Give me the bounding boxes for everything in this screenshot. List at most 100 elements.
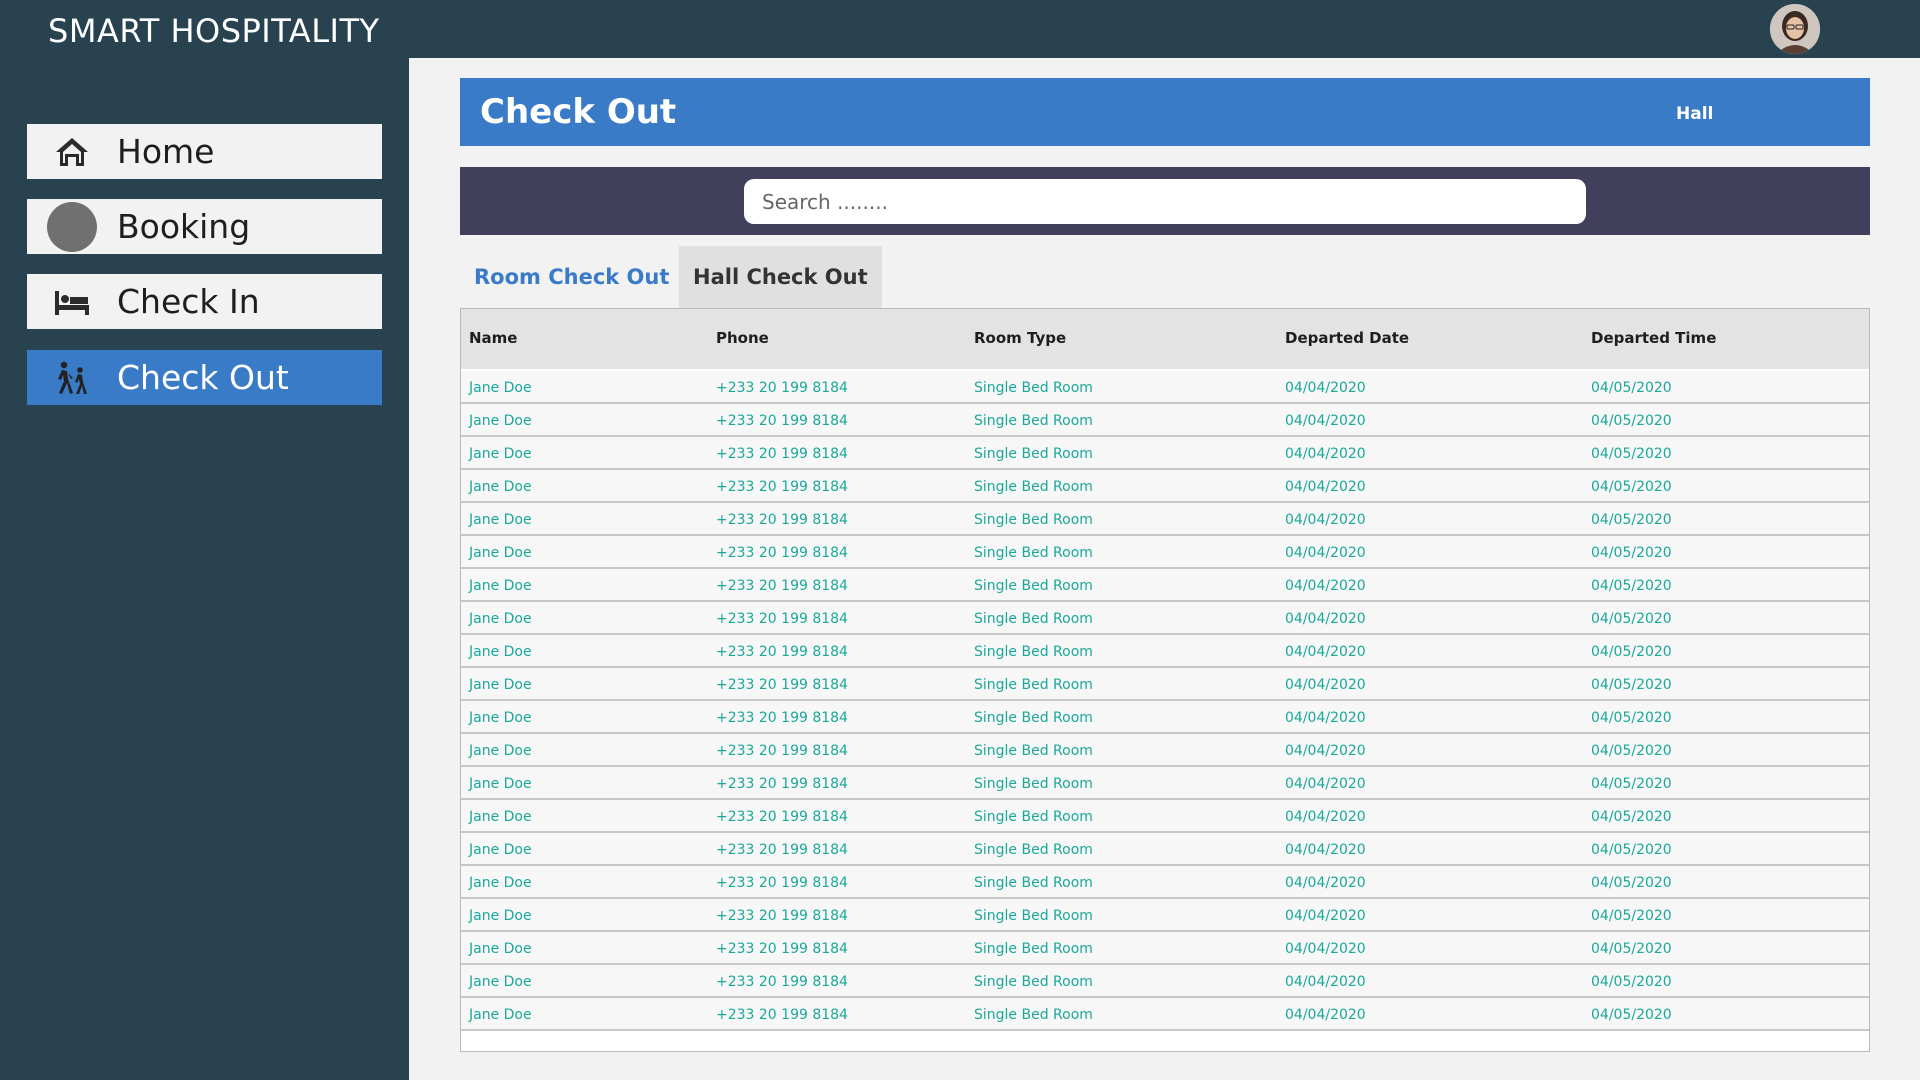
table-row[interactable]: Jane Doe +233 20 199 8184 Single Bed Room 0… <box>461 503 1869 536</box>
cell-phone: +233 20 199 8184 <box>716 743 848 759</box>
sidebar-item-home[interactable]: Home <box>27 124 382 179</box>
cell-phone: +233 20 199 8184 <box>716 446 848 462</box>
cell-name: Jane Doe <box>469 974 532 990</box>
table-row[interactable]: Jane Doe +233 20 199 8184 Single Bed Room 0… <box>461 635 1869 668</box>
booking-circle-icon <box>47 201 97 252</box>
table-row[interactable]: Jane Doe +233 20 199 8184 Single Bed Room 0… <box>461 734 1869 767</box>
cell-room-type: Single Bed Room <box>974 974 1093 990</box>
cell-departed-time: 04/05/2020 <box>1591 380 1672 396</box>
cell-phone: +233 20 199 8184 <box>716 1007 848 1023</box>
sidebar-item-label: Booking <box>117 207 251 246</box>
cell-departed-date: 04/04/2020 <box>1285 809 1366 825</box>
hall-link[interactable]: Hall <box>1676 104 1713 124</box>
tab-hall-check-out[interactable]: Hall Check Out <box>679 246 882 308</box>
cell-departed-date: 04/04/2020 <box>1285 875 1366 891</box>
cell-departed-time: 04/05/2020 <box>1591 644 1672 660</box>
cell-departed-date: 04/04/2020 <box>1285 545 1366 561</box>
column-header-room-type[interactable]: Room Type <box>974 329 1066 347</box>
column-header-departed-time[interactable]: Departed Time <box>1591 329 1716 347</box>
search-input[interactable] <box>744 179 1586 224</box>
cell-name: Jane Doe <box>469 743 532 759</box>
table-row[interactable]: Jane Doe +233 20 199 8184 Single Bed Room 0… <box>461 767 1869 800</box>
app-title: SMART HOSPITALITY <box>48 12 380 50</box>
cell-name: Jane Doe <box>469 578 532 594</box>
cell-name: Jane Doe <box>469 1007 532 1023</box>
cell-phone: +233 20 199 8184 <box>716 578 848 594</box>
sidebar-item-check-in[interactable]: Check In <box>27 274 382 329</box>
cell-phone: +233 20 199 8184 <box>716 710 848 726</box>
sidebar-item-booking[interactable]: Booking <box>27 199 382 254</box>
cell-room-type: Single Bed Room <box>974 941 1093 957</box>
top-bar: SMART HOSPITALITY <box>0 0 1920 58</box>
table-row[interactable]: Jane Doe +233 20 199 8184 Single Bed Room 0… <box>461 371 1869 404</box>
sidebar-item-label: Check Out <box>117 358 289 397</box>
cell-departed-date: 04/04/2020 <box>1285 446 1366 462</box>
cell-name: Jane Doe <box>469 380 532 396</box>
bed-icon <box>47 277 97 327</box>
column-header-departed-date[interactable]: Departed Date <box>1285 329 1409 347</box>
sidebar-item-check-out[interactable]: Check Out <box>27 350 382 405</box>
table-row[interactable]: Jane Doe +233 20 199 8184 Single Bed Room 0… <box>461 404 1869 437</box>
cell-room-type: Single Bed Room <box>974 545 1093 561</box>
table-row[interactable]: Jane Doe +233 20 199 8184 Single Bed Room 0… <box>461 668 1869 701</box>
cell-name: Jane Doe <box>469 842 532 858</box>
cell-departed-time: 04/05/2020 <box>1591 446 1672 462</box>
cell-phone: +233 20 199 8184 <box>716 512 848 528</box>
table-row[interactable]: Jane Doe +233 20 199 8184 Single Bed Room 0… <box>461 800 1869 833</box>
cell-departed-date: 04/04/2020 <box>1285 710 1366 726</box>
cell-departed-time: 04/05/2020 <box>1591 875 1672 891</box>
cell-departed-date: 04/04/2020 <box>1285 1007 1366 1023</box>
column-header-phone[interactable]: Phone <box>716 329 769 347</box>
cell-departed-date: 04/04/2020 <box>1285 941 1366 957</box>
cell-departed-time: 04/05/2020 <box>1591 776 1672 792</box>
table-row[interactable]: Jane Doe +233 20 199 8184 Single Bed Room 0… <box>461 932 1869 965</box>
page-title: Check Out <box>480 92 677 132</box>
table-row[interactable]: Jane Doe +233 20 199 8184 Single Bed Room 0… <box>461 569 1869 602</box>
table-row[interactable]: Jane Doe +233 20 199 8184 Single Bed Room 0… <box>461 701 1869 734</box>
cell-name: Jane Doe <box>469 611 532 627</box>
table-row[interactable]: Jane Doe +233 20 199 8184 Single Bed Room 0… <box>461 866 1869 899</box>
table-header: Name Phone Room Type Departed Date Depar… <box>461 309 1869 369</box>
cell-phone: +233 20 199 8184 <box>716 677 848 693</box>
cell-departed-time: 04/05/2020 <box>1591 710 1672 726</box>
table-row[interactable]: Jane Doe +233 20 199 8184 Single Bed Room 0… <box>461 833 1869 866</box>
cell-name: Jane Doe <box>469 677 532 693</box>
cell-room-type: Single Bed Room <box>974 677 1093 693</box>
cell-room-type: Single Bed Room <box>974 479 1093 495</box>
table-row[interactable]: Jane Doe +233 20 199 8184 Single Bed Room 0… <box>461 602 1869 635</box>
cell-departed-time: 04/05/2020 <box>1591 809 1672 825</box>
tab-room-check-out[interactable]: Room Check Out <box>460 246 683 308</box>
table-row[interactable]: Jane Doe +233 20 199 8184 Single Bed Room 0… <box>461 965 1869 998</box>
cell-departed-date: 04/04/2020 <box>1285 479 1366 495</box>
sidebar: Home Booking Check In Check Out <box>0 58 409 1080</box>
cell-departed-date: 04/04/2020 <box>1285 512 1366 528</box>
cell-name: Jane Doe <box>469 941 532 957</box>
cell-room-type: Single Bed Room <box>974 446 1093 462</box>
cell-departed-date: 04/04/2020 <box>1285 677 1366 693</box>
cell-departed-time: 04/05/2020 <box>1591 611 1672 627</box>
cell-phone: +233 20 199 8184 <box>716 974 848 990</box>
home-icon <box>47 127 97 177</box>
user-avatar[interactable] <box>1770 4 1820 54</box>
table-row[interactable]: Jane Doe +233 20 199 8184 Single Bed Room 0… <box>461 437 1869 470</box>
table-row[interactable]: Jane Doe +233 20 199 8184 Single Bed Room 0… <box>461 899 1869 932</box>
sidebar-item-label: Check In <box>117 282 260 321</box>
column-header-name[interactable]: Name <box>469 329 517 347</box>
cell-phone: +233 20 199 8184 <box>716 908 848 924</box>
sidebar-item-label: Home <box>117 132 215 171</box>
cell-departed-time: 04/05/2020 <box>1591 677 1672 693</box>
cell-departed-time: 04/05/2020 <box>1591 941 1672 957</box>
cell-name: Jane Doe <box>469 545 532 561</box>
cell-room-type: Single Bed Room <box>974 710 1093 726</box>
cell-departed-date: 04/04/2020 <box>1285 578 1366 594</box>
cell-departed-time: 04/05/2020 <box>1591 479 1672 495</box>
cell-name: Jane Doe <box>469 413 532 429</box>
cell-departed-date: 04/04/2020 <box>1285 908 1366 924</box>
table-row[interactable]: Jane Doe +233 20 199 8184 Single Bed Room 0… <box>461 998 1869 1031</box>
cell-phone: +233 20 199 8184 <box>716 413 848 429</box>
cell-name: Jane Doe <box>469 908 532 924</box>
table-row[interactable]: Jane Doe +233 20 199 8184 Single Bed Room 0… <box>461 470 1869 503</box>
cell-departed-date: 04/04/2020 <box>1285 644 1366 660</box>
table-row[interactable]: Jane Doe +233 20 199 8184 Single Bed Room 0… <box>461 536 1869 569</box>
cell-phone: +233 20 199 8184 <box>716 809 848 825</box>
